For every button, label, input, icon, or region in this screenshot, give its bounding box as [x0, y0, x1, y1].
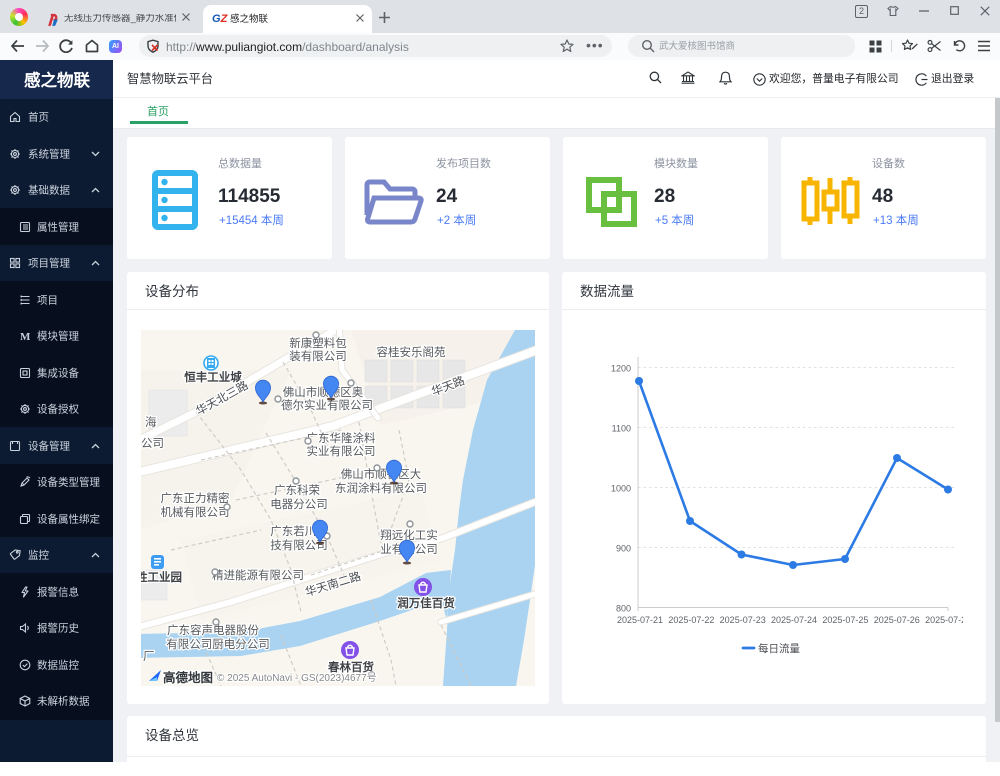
svg-text:佛山市顺德区大: 佛山市顺德区大 — [341, 467, 422, 481]
svg-text:每日流量: 每日流量 — [758, 642, 800, 655]
svg-text:装有限公司: 装有限公司 — [289, 349, 347, 363]
svg-text:2025-07-21: 2025-07-21 — [617, 615, 663, 625]
svg-text:1100: 1100 — [612, 424, 631, 434]
svg-text:新康塑料包: 新康塑料包 — [289, 336, 347, 350]
svg-text:东润涂料有限公司: 东润涂料有限公司 — [335, 481, 427, 495]
svg-text:2025-07-25: 2025-07-25 — [822, 615, 868, 625]
svg-text:翔远化工实: 翔远化工实 — [380, 528, 438, 542]
svg-text:胜工业园: 胜工业园 — [141, 570, 182, 584]
svg-text:公司: 公司 — [141, 437, 164, 450]
svg-text:900: 900 — [616, 544, 631, 554]
svg-text:2025-07-22: 2025-07-22 — [668, 615, 714, 625]
svg-text:恒丰工业城: 恒丰工业城 — [184, 370, 242, 384]
svg-text:润万佳百货: 润万佳百货 — [397, 596, 455, 610]
svg-text:高德地图: 高德地图 — [163, 670, 213, 685]
svg-text:机械有限公司: 机械有限公司 — [161, 505, 230, 519]
svg-text:© 2025 AutoNavi - GS(2023)4677: © 2025 AutoNavi - GS(2023)4677号 — [217, 672, 377, 684]
svg-text:电器分公司: 电器分公司 — [270, 498, 328, 511]
svg-text:M: M — [20, 331, 31, 342]
svg-text:广东正力精密: 广东正力精密 — [161, 491, 230, 505]
svg-text:800: 800 — [616, 604, 631, 614]
svg-text:海: 海 — [145, 415, 157, 429]
svg-text:广东科荣: 广东科荣 — [274, 483, 320, 497]
svg-text:佛山市顺德区奥: 佛山市顺德区奥 — [283, 385, 364, 399]
svg-text:广东容声电器股份: 广东容声电器股份 — [167, 623, 259, 637]
svg-text:容桂安乐阁苑: 容桂安乐阁苑 — [377, 345, 446, 359]
svg-text:春林百货: 春林百货 — [328, 660, 374, 674]
svg-text:2025-07-23: 2025-07-23 — [720, 615, 766, 625]
svg-text:2025-07-27: 2025-07-27 — [925, 615, 963, 625]
svg-text:实业有限公司: 实业有限公司 — [307, 444, 376, 458]
svg-text:广东华隆涂料: 广东华隆涂料 — [307, 431, 376, 445]
svg-text:1200: 1200 — [611, 364, 631, 374]
svg-text:有限公司厨电分公司: 有限公司厨电分公司 — [166, 637, 270, 651]
svg-text:2025-07-24: 2025-07-24 — [771, 615, 817, 625]
svg-text:厂: 厂 — [143, 651, 155, 663]
svg-text:2025-07-26: 2025-07-26 — [874, 615, 920, 625]
svg-text:德尔实业有限公司: 德尔实业有限公司 — [281, 398, 373, 412]
svg-text:精进能源有限公司: 精进能源有限公司 — [212, 568, 304, 582]
svg-text:1000: 1000 — [611, 484, 631, 494]
